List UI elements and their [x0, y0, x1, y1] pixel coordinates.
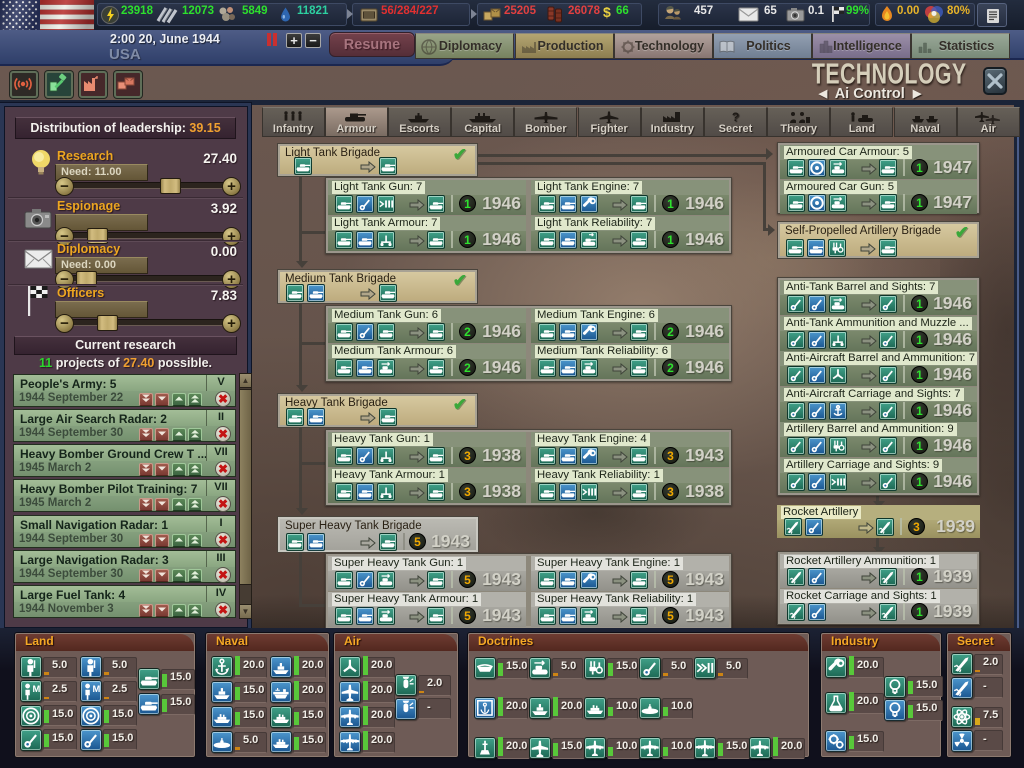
svg-text:M: M: [33, 684, 41, 694]
svg-text:M: M: [93, 684, 101, 694]
